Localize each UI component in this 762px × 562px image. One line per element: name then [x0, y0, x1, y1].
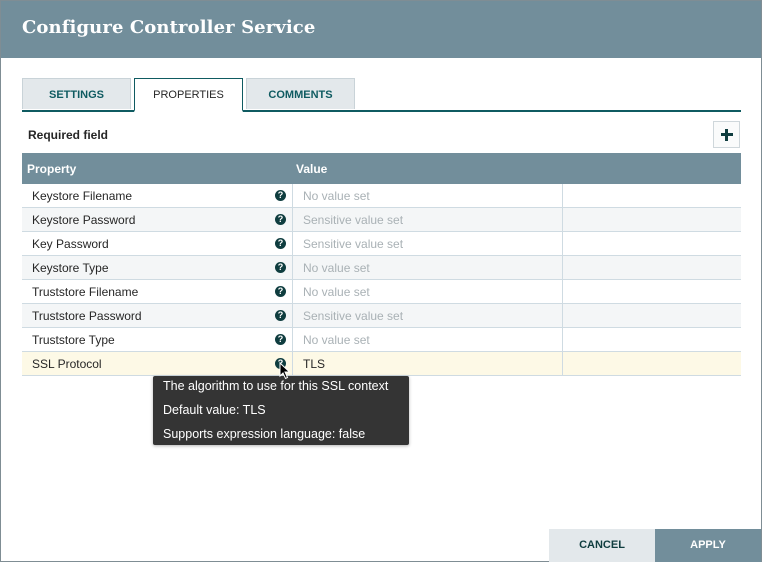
table-row[interactable]: Keystore Type? No value set [22, 256, 741, 280]
column-divider [562, 328, 563, 351]
add-property-button[interactable] [713, 121, 740, 148]
column-divider [562, 208, 563, 231]
column-header-property: Property [27, 162, 77, 176]
column-divider [292, 280, 293, 303]
property-value[interactable]: Sensitive value set [303, 237, 403, 251]
dialog-title: Configure Controller Service [22, 17, 316, 38]
property-value[interactable]: No value set [303, 261, 370, 275]
tab-properties[interactable]: PROPERTIES [134, 78, 243, 112]
property-value[interactable]: No value set [303, 285, 370, 299]
mouse-cursor-icon [279, 362, 291, 380]
question-circle-icon[interactable]: ? [275, 262, 286, 273]
property-name: Keystore Password [32, 213, 136, 227]
column-divider [292, 208, 293, 231]
property-help-tooltip: The algorithm to use for this SSL contex… [153, 376, 409, 445]
table-row[interactable]: Key Password? Sensitive value set [22, 232, 741, 256]
question-circle-icon[interactable]: ? [275, 214, 286, 225]
column-divider [292, 256, 293, 279]
column-divider [292, 328, 293, 351]
property-value[interactable]: TLS [303, 357, 325, 371]
column-header-value: Value [296, 162, 328, 176]
question-circle-icon[interactable]: ? [275, 334, 286, 345]
tab-comments[interactable]: COMMENTS [246, 78, 355, 109]
column-divider [562, 184, 563, 207]
property-name: Key Password [32, 237, 109, 251]
dialog-header: Configure Controller Service [1, 1, 761, 58]
apply-button[interactable]: APPLY [655, 529, 761, 562]
question-circle-icon[interactable]: ? [275, 190, 286, 201]
question-circle-icon[interactable]: ? [275, 238, 286, 249]
tooltip-expression-language: Supports expression language: false [163, 427, 366, 441]
table-row[interactable]: Truststore Type? No value set [22, 328, 741, 352]
property-name: Truststore Password [32, 309, 142, 323]
property-name: Truststore Type [32, 333, 115, 347]
property-value[interactable]: Sensitive value set [303, 213, 403, 227]
column-divider [562, 352, 563, 375]
tab-bar: SETTINGS PROPERTIES COMMENTS [22, 78, 741, 112]
table-header: Property Value [22, 153, 741, 184]
property-value[interactable]: No value set [303, 333, 370, 347]
table-row[interactable]: Keystore Password? Sensitive value set [22, 208, 741, 232]
tooltip-description: The algorithm to use for this SSL contex… [163, 379, 389, 393]
property-name: Keystore Type [32, 261, 109, 275]
question-circle-icon[interactable]: ? [275, 286, 286, 297]
cancel-button[interactable]: CANCEL [549, 529, 655, 562]
table-row[interactable]: Truststore Filename? No value set [22, 280, 741, 304]
table-row[interactable]: Keystore Filename? No value set [22, 184, 741, 208]
question-circle-icon[interactable]: ? [275, 310, 286, 321]
tab-settings[interactable]: SETTINGS [22, 78, 131, 109]
column-divider [292, 232, 293, 255]
column-divider [562, 304, 563, 327]
table-row[interactable]: Truststore Password? Sensitive value set [22, 304, 741, 328]
property-name: Keystore Filename [32, 189, 133, 203]
table-row[interactable]: SSL Protocol?TLS [22, 352, 741, 376]
property-name: SSL Protocol [32, 357, 102, 371]
configure-controller-service-dialog: Configure Controller Service SETTINGS PR… [0, 0, 762, 562]
column-divider [292, 304, 293, 327]
property-value[interactable]: No value set [303, 189, 370, 203]
column-divider [292, 184, 293, 207]
column-divider [562, 280, 563, 303]
column-divider [562, 256, 563, 279]
property-value[interactable]: Sensitive value set [303, 309, 403, 323]
properties-table: Property Value Keystore Filename? No valu… [22, 153, 741, 376]
tooltip-default-value: Default value: TLS [163, 403, 266, 417]
column-divider [562, 232, 563, 255]
required-field-label: Required field [28, 128, 109, 142]
property-name: Truststore Filename [32, 285, 139, 299]
